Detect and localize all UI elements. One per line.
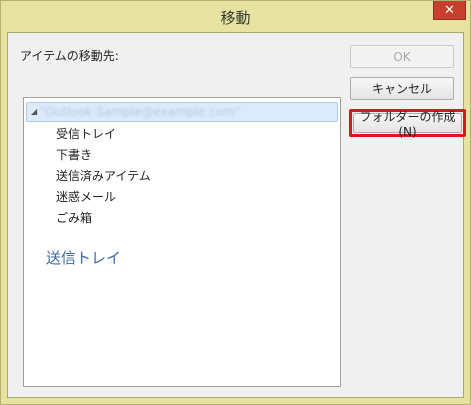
tree-item-junk[interactable]: 迷惑メール [56,188,116,205]
tree-item-deleted[interactable]: ごみ箱 [56,209,92,226]
expand-arrow-icon[interactable]: ◢ [31,107,37,116]
highlight-box: フォルダーの作成(N) [349,109,466,139]
folder-tree[interactable]: ◢ "Outlook-Sample@example.com" 受信トレイ 下書き… [23,97,341,387]
tree-item-sent[interactable]: 送信済みアイテム [56,167,151,184]
dialog-body: アイテムの移動先: ◢ "Outlook-Sample@example.com"… [7,32,466,398]
drag-item-outbox: 送信トレイ [46,249,122,267]
tree-root-account[interactable]: ◢ "Outlook-Sample@example.com" [26,102,338,122]
window-title: 移動 [220,9,251,27]
cancel-button[interactable]: キャンセル [350,77,454,100]
destination-label: アイテムの移動先: [20,49,119,63]
ok-button[interactable]: OK [350,45,454,68]
close-button[interactable]: ✕ [433,1,466,20]
close-icon: ✕ [444,2,455,18]
title-bar[interactable]: 移動 ✕ [1,1,470,31]
new-folder-button[interactable]: フォルダーの作成(N) [353,110,462,139]
tree-item-inbox[interactable]: 受信トレイ [56,125,116,142]
move-dialog-window: 移動 ✕ アイテムの移動先: ◢ "Outlook-Sample@example… [0,0,471,405]
tree-item-drafts[interactable]: 下書き [56,146,92,163]
account-label: "Outlook-Sample@example.com" [40,105,241,119]
